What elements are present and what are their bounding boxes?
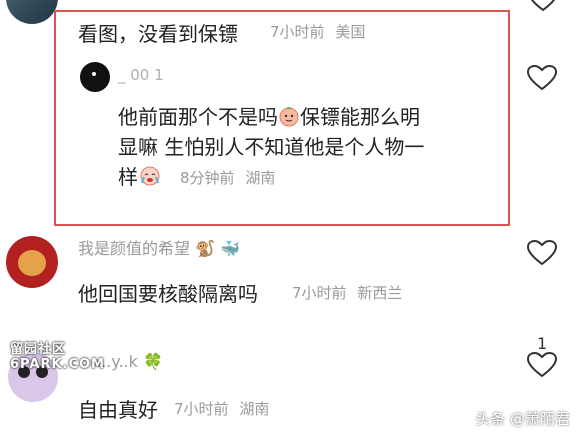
watermark-line2: 6PARK.COM bbox=[10, 357, 105, 372]
reply-meta: 8分钟前 湖南 bbox=[180, 167, 275, 188]
reply-text-part1: 他前面那个不是吗 bbox=[118, 105, 278, 129]
reply-text-line2: 显嘛 生怕别人不知道他是个人物一 bbox=[118, 135, 425, 159]
watermark-line1: 留园社区 bbox=[10, 342, 67, 357]
like-heart-icon[interactable] bbox=[528, 0, 558, 12]
like-count: 1 bbox=[537, 334, 548, 353]
comment-username-text: 我是颜值的希望 bbox=[78, 239, 191, 258]
avatar[interactable] bbox=[6, 0, 58, 24]
watermark: 留园社区 6PARK.COM bbox=[10, 338, 105, 372]
comment-time: 7小时前 bbox=[292, 284, 347, 302]
comment-username[interactable]: 我是颜值的希望 🐒 🐳 bbox=[78, 235, 240, 259]
whale-emoji-icon: 🐳 bbox=[220, 239, 241, 258]
reply-time: 8分钟前 bbox=[180, 169, 235, 187]
reply-location: 湖南 bbox=[245, 169, 276, 187]
comment-username[interactable]: ...y..k 🍀 bbox=[96, 352, 163, 371]
peach-face-emoji-icon bbox=[278, 105, 300, 132]
comment-meta: 7小时前 湖南 bbox=[174, 398, 269, 419]
like-heart-icon[interactable] bbox=[527, 65, 557, 91]
comment-time: 7小时前 bbox=[174, 400, 229, 418]
reply-text-part3: 样 bbox=[118, 165, 138, 189]
reply-text-line1: 他前面那个不是吗 保镖能那么明 bbox=[118, 101, 420, 132]
like-heart-icon[interactable] bbox=[527, 240, 557, 266]
crying-emoji-icon bbox=[138, 165, 162, 192]
comment-meta: 7小时前 新西兰 bbox=[292, 282, 402, 303]
avatar[interactable] bbox=[6, 236, 58, 288]
monkey-emoji-icon: 🐒 bbox=[195, 239, 216, 258]
reply-username[interactable]: _ 00 1 bbox=[118, 66, 164, 84]
comment-location: 新西兰 bbox=[357, 284, 403, 302]
like-heart-icon[interactable] bbox=[527, 352, 557, 378]
reply-text-line3: 样 bbox=[118, 161, 162, 192]
clover-emoji-icon: 🍀 bbox=[142, 352, 163, 371]
comment-text: 他回国要核酸隔离吗 bbox=[78, 282, 258, 306]
comment-text: 自由真好 bbox=[78, 398, 158, 422]
reply-text-part2: 保镖能那么明 bbox=[300, 105, 420, 129]
footer-credit: 头条 @萧陌君 bbox=[475, 410, 570, 428]
avatar[interactable] bbox=[80, 62, 110, 92]
comment-location: 湖南 bbox=[239, 400, 270, 418]
